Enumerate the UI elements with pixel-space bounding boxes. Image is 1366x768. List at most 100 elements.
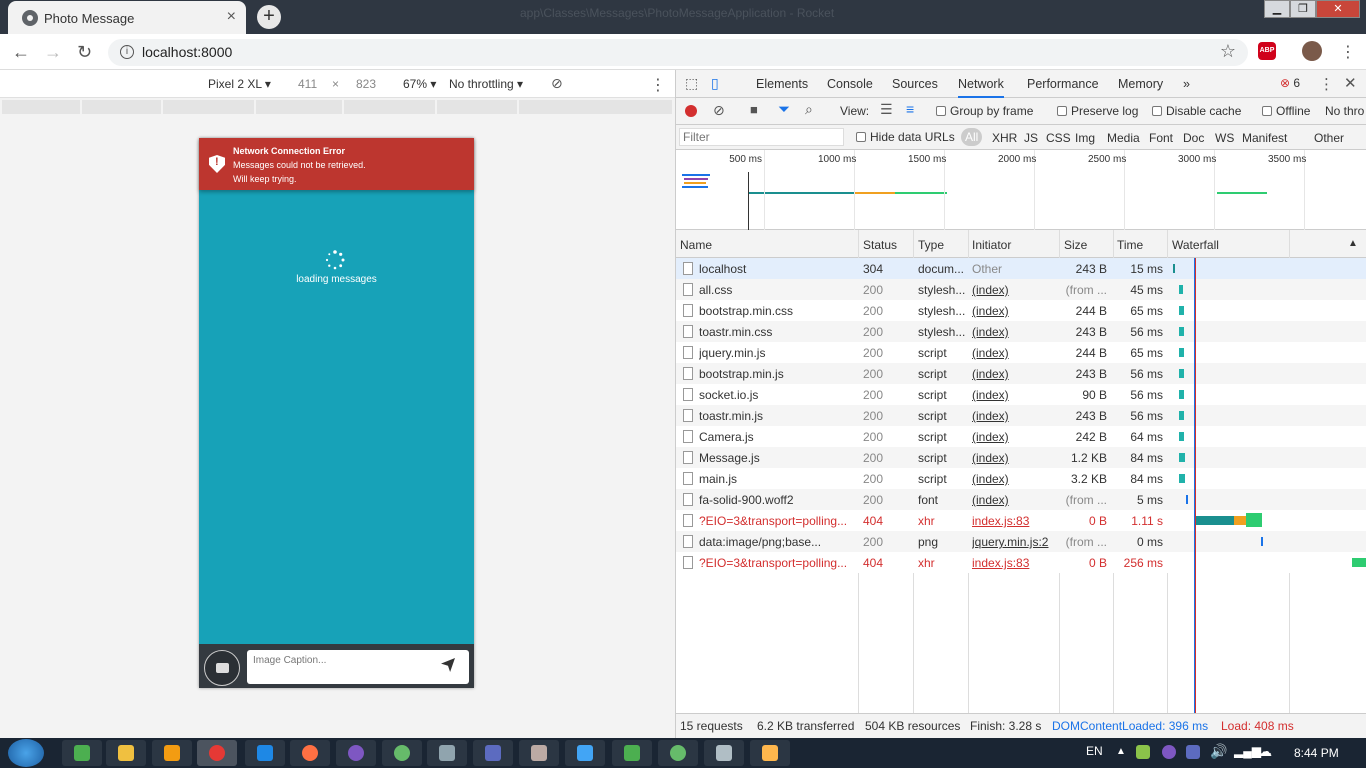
taskbar-app-media[interactable]	[152, 740, 192, 766]
filter-type-xhr[interactable]: XHR	[992, 131, 1017, 145]
taskbar-app-explorer[interactable]	[106, 740, 146, 766]
filter-type-manifest[interactable]: Manifest	[1242, 131, 1287, 145]
taskbar-app-viber[interactable]	[336, 740, 376, 766]
cell-initiator[interactable]: (index)	[972, 346, 1056, 360]
filter-type-js[interactable]: JS	[1024, 131, 1038, 145]
ruler-segment[interactable]	[343, 100, 436, 114]
browser-tab[interactable]: Photo Message ×	[8, 1, 246, 34]
cell-initiator[interactable]: (index)	[972, 451, 1056, 465]
tab-elements[interactable]: Elements	[756, 77, 808, 91]
filter-type-other[interactable]: Other	[1314, 131, 1344, 145]
col-initiator[interactable]: Initiator	[972, 238, 1011, 252]
cell-initiator[interactable]: index.js:83	[972, 514, 1056, 528]
col-size[interactable]: Size	[1064, 238, 1087, 252]
clear-icon[interactable]: ⊘	[713, 102, 725, 119]
taskbar-app-git2[interactable]	[612, 740, 652, 766]
cell-initiator[interactable]: Other	[972, 262, 1056, 276]
filter-type-css[interactable]: CSS	[1046, 131, 1071, 145]
table-row[interactable]: bootstrap.min.js 200 script (index) 243 B 56 …	[676, 363, 1366, 384]
minimize-button[interactable]: ▁	[1264, 0, 1290, 18]
device-width[interactable]: 411	[298, 77, 317, 91]
taskbar-app-vscode[interactable]	[245, 740, 285, 766]
filter-type-font[interactable]: Font	[1149, 131, 1173, 145]
device-height[interactable]: 823	[356, 77, 376, 91]
ruler-segment[interactable]	[256, 100, 342, 114]
table-row[interactable]: toastr.min.css 200 stylesh... (index) 243 B 5…	[676, 321, 1366, 342]
table-row[interactable]: Message.js 200 script (index) 1.2 KB 84 ms	[676, 447, 1366, 468]
record-icon[interactable]	[685, 105, 697, 117]
browser-menu-icon[interactable]: ⋮	[1340, 42, 1356, 62]
cell-initiator[interactable]: (index)	[972, 472, 1056, 486]
error-badge[interactable]: ⊗ 6	[1280, 76, 1300, 90]
col-name[interactable]: Name	[680, 238, 712, 252]
tab-memory[interactable]: Memory	[1118, 77, 1163, 91]
start-button[interactable]	[8, 739, 44, 767]
filter-icon[interactable]: ⏷	[778, 101, 790, 118]
offline-checkbox[interactable]: Offline	[1262, 104, 1310, 118]
sort-arrow-icon[interactable]: ▲	[1348, 238, 1358, 249]
filter-type-img[interactable]: Img	[1075, 131, 1095, 145]
filter-type-doc[interactable]: Doc	[1183, 131, 1204, 145]
col-waterfall[interactable]: Waterfall	[1172, 238, 1219, 252]
taskbar-app-utorrent[interactable]	[382, 740, 422, 766]
table-row[interactable]: data:image/png;base... 200 png jquery.min.j…	[676, 531, 1366, 552]
hide-data-urls-checkbox[interactable]: Hide data URLs	[856, 130, 955, 144]
reload-icon[interactable]: ↻	[77, 42, 92, 63]
close-tab-icon[interactable]: ×	[227, 8, 236, 26]
search-icon[interactable]: ⌕	[805, 101, 813, 118]
tray-viber-icon[interactable]	[1162, 745, 1176, 759]
devtools-close-icon[interactable]: ✕	[1344, 74, 1357, 92]
taskbar-app-camera[interactable]	[519, 740, 559, 766]
table-row[interactable]: bootstrap.min.css 200 stylesh... (index) 244…	[676, 300, 1366, 321]
screenshot-icon[interactable]: ■	[750, 102, 758, 117]
device-select[interactable]: Pixel 2 XL ▾	[208, 77, 271, 91]
tab-performance[interactable]: Performance	[1027, 77, 1099, 91]
filter-input[interactable]	[679, 128, 844, 146]
cell-initiator[interactable]: (index)	[972, 304, 1056, 318]
filter-type-media[interactable]: Media	[1107, 131, 1140, 145]
preserve-log-checkbox[interactable]: Preserve log	[1057, 104, 1138, 118]
table-row[interactable]: Camera.js 200 script (index) 242 B 64 ms	[676, 426, 1366, 447]
taskbar-app-monitor[interactable]	[704, 740, 744, 766]
ruler-segment[interactable]	[2, 100, 80, 114]
ruler-segment[interactable]	[518, 100, 672, 114]
taskbar-app-chrome[interactable]	[197, 740, 237, 766]
table-row[interactable]: toastr.min.js 200 script (index) 243 B 56 ms	[676, 405, 1366, 426]
large-rows-icon[interactable]: ☰	[880, 101, 893, 118]
group-by-frame-checkbox[interactable]: Group by frame	[936, 104, 1033, 118]
taskbar-app-firefox[interactable]	[290, 740, 330, 766]
caption-input[interactable]	[247, 650, 469, 684]
ruler-segment[interactable]	[163, 100, 255, 114]
table-row[interactable]: all.css 200 stylesh... (index) (from ... 45 m…	[676, 279, 1366, 300]
address-bar[interactable]: i localhost:8000 ☆	[108, 39, 1248, 66]
table-row[interactable]: localhost 304 docum... Other 243 B 15 ms	[676, 258, 1366, 279]
table-row[interactable]: jquery.min.js 200 script (index) 244 B 65 ms	[676, 342, 1366, 363]
profile-avatar[interactable]	[1302, 41, 1322, 61]
taskbar-app-git[interactable]	[62, 740, 102, 766]
window-close-button[interactable]: ✕	[1316, 0, 1360, 18]
taskbar-app-utorrent2[interactable]	[658, 740, 698, 766]
cell-initiator[interactable]: (index)	[972, 409, 1056, 423]
ruler-segment[interactable]	[81, 100, 162, 114]
table-row[interactable]: fa-solid-900.woff2 200 font (index) (from ..…	[676, 489, 1366, 510]
tab-sources[interactable]: Sources	[892, 77, 938, 91]
table-row[interactable]: socket.io.js 200 script (index) 90 B 56 ms	[676, 384, 1366, 405]
forward-icon[interactable]: →	[44, 42, 62, 63]
tab-network[interactable]: Network	[958, 77, 1004, 98]
clock[interactable]: 8:44 PM	[1294, 746, 1339, 760]
maximize-button[interactable]: ❐	[1290, 0, 1316, 18]
tray-network-icon[interactable]	[1186, 745, 1200, 759]
input-language[interactable]: EN	[1086, 744, 1103, 758]
table-row[interactable]: ?EIO=3&transport=polling... 404 xhr index.j…	[676, 510, 1366, 531]
cell-initiator[interactable]: (index)	[972, 325, 1056, 339]
cloud-icon[interactable]: ☁	[1258, 743, 1272, 760]
volume-icon[interactable]: 🔊	[1210, 743, 1227, 760]
adblock-icon[interactable]: ABP	[1258, 42, 1276, 60]
network-throttle-select[interactable]: No thro	[1325, 104, 1364, 118]
more-tabs-icon[interactable]: »	[1183, 77, 1190, 91]
signal-icon[interactable]: ▂▄▆	[1234, 744, 1261, 758]
taskbar-app-remote[interactable]	[427, 740, 467, 766]
cell-initiator[interactable]: (index)	[972, 388, 1056, 402]
error-toast[interactable]: Network Connection Error Messages could …	[199, 138, 474, 190]
col-status[interactable]: Status	[863, 238, 897, 252]
